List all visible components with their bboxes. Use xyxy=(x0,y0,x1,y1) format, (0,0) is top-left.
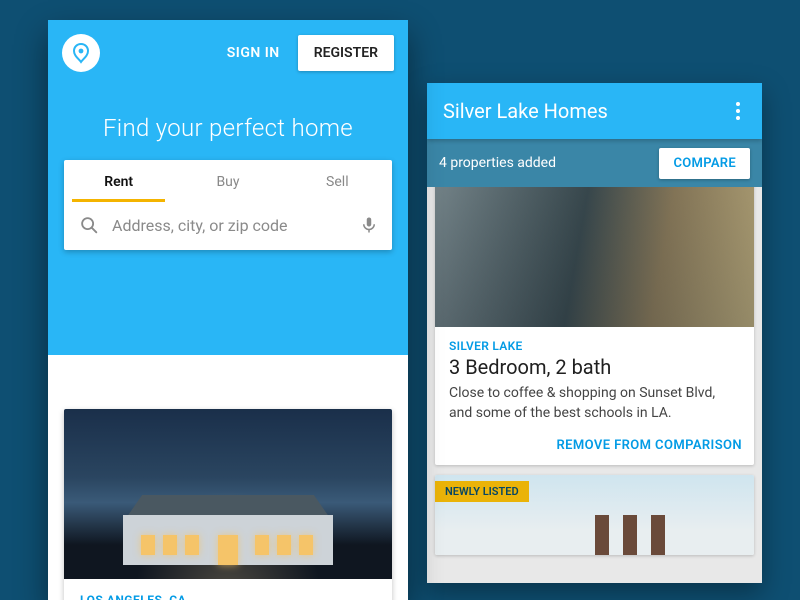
overflow-menu-icon[interactable] xyxy=(730,102,746,120)
property-card[interactable]: NEWLY LISTED SILVER LAKE 3 Bedroom, 2 ba… xyxy=(435,177,754,465)
compare-button[interactable]: COMPARE xyxy=(659,148,750,179)
hero-headline: Find your perfect home xyxy=(48,114,408,142)
search-tabs: Rent Buy Sell xyxy=(64,160,392,202)
topbar: SIGN IN REGISTER xyxy=(48,34,408,72)
featured-photo xyxy=(64,409,392,579)
property-description: Close to coffee & shopping on Sunset Blv… xyxy=(449,383,740,424)
compare-snackbar: 4 properties added COMPARE xyxy=(427,139,762,187)
photo-decoration xyxy=(123,495,333,565)
property-neighborhood: SILVER LAKE xyxy=(449,339,740,353)
appbar-title: Silver Lake Homes xyxy=(443,99,608,123)
register-button[interactable]: REGISTER xyxy=(298,35,394,71)
remove-from-comparison-button[interactable]: REMOVE FROM COMPARISON xyxy=(556,438,742,453)
brand-logo-icon[interactable] xyxy=(62,34,100,72)
newly-listed-badge: NEWLY LISTED xyxy=(435,481,529,502)
microphone-icon[interactable] xyxy=(360,214,378,236)
search-input[interactable]: Address, city, or zip code xyxy=(112,216,348,235)
tab-rent[interactable]: Rent xyxy=(64,160,173,202)
featured-location: LOS ANGELES, CA xyxy=(80,593,376,600)
sign-in-link[interactable]: SIGN IN xyxy=(227,45,280,61)
search-icon xyxy=(78,214,100,236)
search-row: Address, city, or zip code xyxy=(64,202,392,250)
tab-buy[interactable]: Buy xyxy=(173,160,282,202)
property-card[interactable]: NEWLY LISTED xyxy=(435,475,754,555)
featured-card[interactable]: LOS ANGELES, CA Newest Listings xyxy=(64,409,392,600)
compare-list: NEWLY LISTED SILVER LAKE 3 Bedroom, 2 ba… xyxy=(427,177,762,555)
snackbar-text: 4 properties added xyxy=(439,155,556,171)
appbar: Silver Lake Homes xyxy=(427,83,762,139)
property-title: 3 Bedroom, 2 bath xyxy=(449,355,740,379)
hero: SIGN IN REGISTER Find your perfect home … xyxy=(48,20,408,355)
property-photo xyxy=(435,177,754,327)
tab-sell[interactable]: Sell xyxy=(283,160,392,202)
search-card: Rent Buy Sell Address, city, or zip code xyxy=(64,160,392,250)
phone-home-screen: SIGN IN REGISTER Find your perfect home … xyxy=(48,20,408,600)
phone-compare-screen: Silver Lake Homes 4 properties added COM… xyxy=(427,83,762,583)
photo-decoration xyxy=(595,515,665,555)
